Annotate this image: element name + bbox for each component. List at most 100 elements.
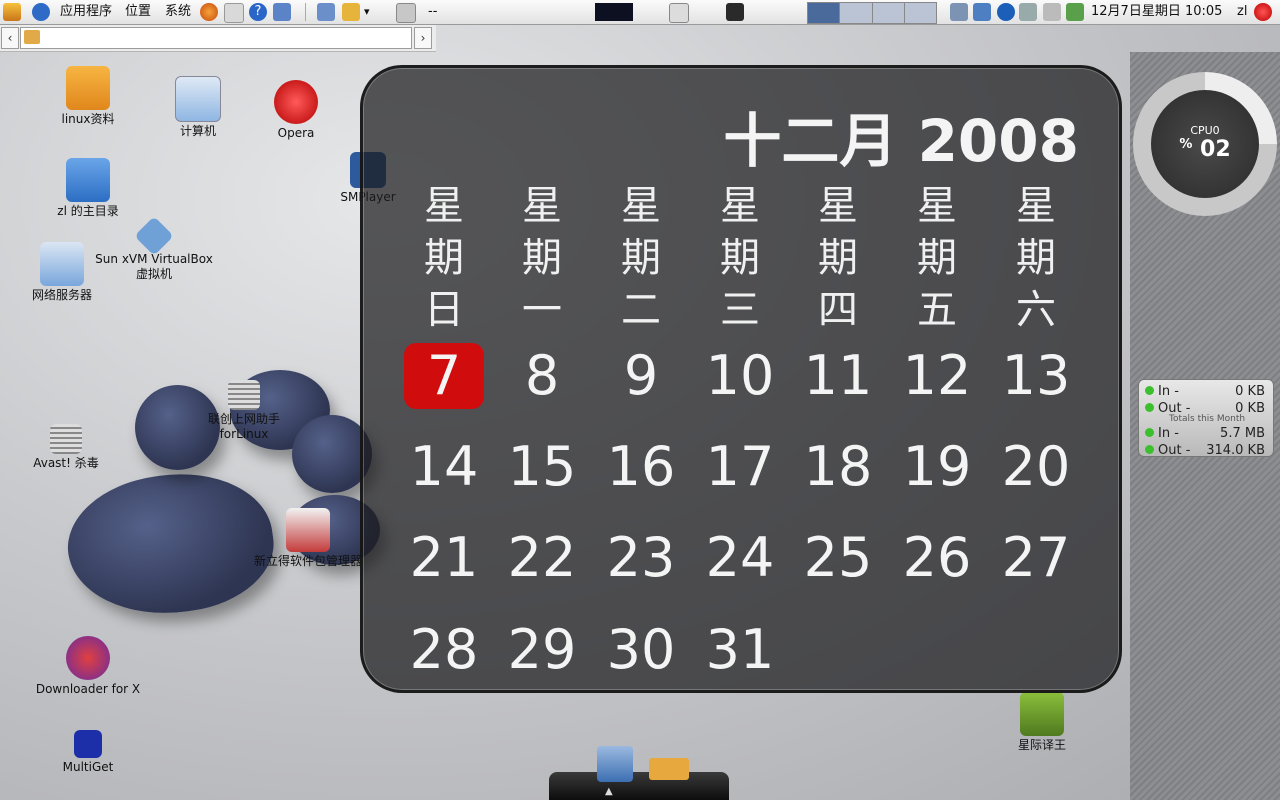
show-desktop-icon[interactable] xyxy=(317,3,335,21)
ubuntu-menu-icon[interactable] xyxy=(3,3,21,21)
user-name[interactable]: zl xyxy=(1237,0,1247,24)
bluetooth-icon[interactable] xyxy=(997,3,1015,21)
calendar-day[interactable]: 28 xyxy=(404,617,484,683)
weekday-label: 星期六 xyxy=(1016,183,1056,333)
system-monitor-graph[interactable] xyxy=(595,3,633,21)
workspace-switcher[interactable] xyxy=(807,2,937,24)
tools-icon[interactable] xyxy=(342,3,360,21)
calendar-day[interactable]: 22 xyxy=(502,525,582,591)
calendar-day[interactable]: 20 xyxy=(996,434,1076,500)
calendar-day[interactable]: 14 xyxy=(404,434,484,500)
location-field[interactable] xyxy=(20,27,412,49)
desktop-icon-linux-docs[interactable]: linux资料 xyxy=(28,66,148,127)
calendar-day[interactable]: 11 xyxy=(798,343,878,409)
top-panel: 应用程序 位置 系统 ? ▾ -- 12月7日星期日 10:05 zl xyxy=(0,0,1280,25)
cpu-unit: % xyxy=(1179,137,1193,152)
calendar-day[interactable]: 17 xyxy=(700,434,780,500)
synaptic-icon xyxy=(286,508,330,552)
network-server-icon xyxy=(40,242,84,286)
desktop-icon-multiget[interactable]: MultiGet xyxy=(28,730,148,775)
dock-table-icon[interactable] xyxy=(649,758,689,780)
calendar-day[interactable]: 10 xyxy=(700,343,780,409)
desktop-icon-avast[interactable]: Avast! 杀毒 xyxy=(6,424,126,471)
shutdown-icon[interactable] xyxy=(1254,3,1272,21)
status-dot xyxy=(1145,386,1154,395)
window-list-icon[interactable] xyxy=(669,3,689,23)
calendar-day-today[interactable]: 7 xyxy=(404,343,484,409)
desktop-icon-opera[interactable]: Opera xyxy=(236,80,356,141)
calendar-day[interactable]: 29 xyxy=(502,617,582,683)
lianchuang-icon xyxy=(228,380,260,410)
menu-system[interactable]: 系统 xyxy=(165,0,191,24)
net-in-row: In -0 KB xyxy=(1145,383,1269,401)
calendar-widget[interactable]: 十二月 2008 星期日 星期一 星期二 星期三 星期四 星期五 星期六 7 8 9 10 11 12… xyxy=(360,65,1122,693)
dock: ▲ xyxy=(549,746,729,800)
help-icon[interactable]: ? xyxy=(249,3,267,21)
calendar-day[interactable]: 21 xyxy=(404,525,484,591)
folder-icon xyxy=(66,66,110,110)
panel-dashes: -- xyxy=(428,4,438,19)
network-monitor: In -0 KB Out -0 KB Totals this Month In … xyxy=(1138,379,1274,457)
desktop-icon-home[interactable]: zl 的主目录 xyxy=(28,158,148,219)
dock-app-icon[interactable] xyxy=(597,746,633,782)
calendar-day[interactable]: 16 xyxy=(601,434,681,500)
multiget-icon xyxy=(74,730,102,758)
chevron-down-icon[interactable]: ▾ xyxy=(364,0,370,24)
menu-applications[interactable]: 应用程序 xyxy=(60,0,112,24)
weekday-label: 星期五 xyxy=(917,183,957,333)
terminal-icon[interactable] xyxy=(726,3,744,21)
display-tray-icon[interactable] xyxy=(973,3,991,21)
calendar-day[interactable]: 8 xyxy=(502,343,582,409)
calendar-day[interactable]: 30 xyxy=(601,617,681,683)
calendar-day[interactable]: 9 xyxy=(601,343,681,409)
workspace-1[interactable] xyxy=(808,3,840,23)
desktop-icon-downloader[interactable]: Downloader for X xyxy=(28,636,148,697)
net-month-in-row: In -5.7 MB xyxy=(1145,425,1269,443)
calendar-day[interactable]: 12 xyxy=(897,343,977,409)
desktop-icon-network[interactable]: 网络服务器 xyxy=(2,242,122,303)
trash-icon[interactable] xyxy=(396,3,416,23)
calendar-day[interactable]: 31 xyxy=(700,617,780,683)
opera-icon xyxy=(274,80,318,124)
cpu-readout: % 02 xyxy=(1151,137,1259,162)
weekday-label: 星期二 xyxy=(621,183,661,333)
avast-icon xyxy=(50,424,82,454)
totals-label: Totals this Month xyxy=(1169,414,1246,424)
calendar-title: 十二月 2008 xyxy=(723,107,1079,175)
screenshot-icon[interactable] xyxy=(273,3,291,21)
workspace-2[interactable] xyxy=(839,3,872,23)
weekday-label: 星期三 xyxy=(720,183,760,333)
menu-places[interactable]: 位置 xyxy=(125,0,151,24)
network-tray-icon[interactable] xyxy=(950,3,968,21)
firefox-icon[interactable] xyxy=(200,3,218,21)
debian-swirl-icon[interactable] xyxy=(32,3,50,21)
calendar-day[interactable]: 23 xyxy=(601,525,681,591)
calendar-day[interactable]: 24 xyxy=(700,525,780,591)
workspace-4[interactable] xyxy=(903,3,936,23)
forward-button[interactable]: › xyxy=(414,27,432,49)
home-launcher-icon[interactable] xyxy=(224,3,244,23)
printer-tray-icon[interactable] xyxy=(1019,3,1037,21)
virtualbox-icon xyxy=(134,216,174,256)
desktop-icon-xingji[interactable]: 星际译王 xyxy=(982,692,1102,753)
calendar-day[interactable]: 13 xyxy=(996,343,1076,409)
calendar-day[interactable]: 27 xyxy=(996,525,1076,591)
printer-icon[interactable] xyxy=(1043,3,1061,21)
workspace-3[interactable] xyxy=(871,3,904,23)
location-bar: ‹ › xyxy=(0,25,436,52)
calendar-day[interactable]: 15 xyxy=(502,434,582,500)
battery-icon[interactable] xyxy=(1066,3,1084,21)
dock-arrow-icon: ▲ xyxy=(605,786,613,797)
status-dot xyxy=(1145,403,1154,412)
cpu-gauge-center: CPU0 % 02 xyxy=(1151,90,1259,198)
calendar-day[interactable]: 25 xyxy=(798,525,878,591)
home-folder-icon xyxy=(66,158,110,202)
calendar-day[interactable]: 18 xyxy=(798,434,878,500)
clock[interactable]: 12月7日星期日 10:05 xyxy=(1091,0,1222,24)
desktop-icon-synaptic[interactable]: 新立得软件包管理器 xyxy=(248,508,368,569)
desktop-icon-lianchuang[interactable]: 联创上网助手forLinux xyxy=(184,380,304,442)
calendar-day[interactable]: 26 xyxy=(897,525,977,591)
back-button[interactable]: ‹ xyxy=(1,27,19,49)
weekday-label: 星期日 xyxy=(424,183,464,333)
calendar-day[interactable]: 19 xyxy=(897,434,977,500)
